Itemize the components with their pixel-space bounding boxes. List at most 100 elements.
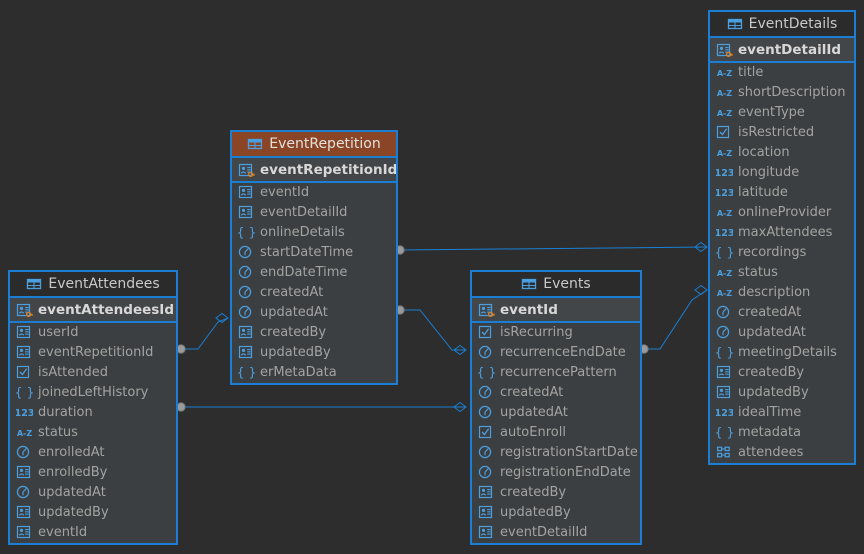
clock-icon xyxy=(238,305,255,319)
table-header-events[interactable]: Events xyxy=(472,272,640,298)
table-node-eventattendees[interactable]: EventAttendees eventAttendeesId userId even… xyxy=(8,270,178,545)
column-row[interactable]: A-Z onlineProvider xyxy=(710,203,854,223)
text-az-icon: A-Z xyxy=(716,205,733,219)
column-label: enrolledBy xyxy=(38,465,108,480)
id-card-icon xyxy=(16,325,33,339)
column-row[interactable]: updatedAt xyxy=(10,483,176,503)
column-label: attendees xyxy=(738,445,804,460)
column-row[interactable]: A-Z title xyxy=(710,63,854,83)
id-card-icon xyxy=(478,525,495,539)
column-row[interactable]: enrolledBy xyxy=(10,463,176,483)
column-label: recordings xyxy=(738,245,807,260)
column-row[interactable]: eventId xyxy=(232,183,396,203)
column-row[interactable]: registrationEndDate xyxy=(472,463,640,483)
text-az-icon: A-Z xyxy=(716,65,733,79)
column-row[interactable]: { } onlineDetails xyxy=(232,223,396,243)
column-label: updatedAt xyxy=(738,325,806,340)
column-row[interactable]: registrationStartDate xyxy=(472,443,640,463)
column-row[interactable]: attendees xyxy=(710,443,854,463)
column-row[interactable]: updatedAt xyxy=(472,403,640,423)
primary-key-row[interactable]: eventAttendeesId xyxy=(10,298,176,323)
column-row[interactable]: A-Z status xyxy=(710,263,854,283)
primary-key-row[interactable]: eventRepetitionId xyxy=(232,158,396,183)
er-diagram-canvas[interactable]: EventAttendees eventAttendeesId userId even… xyxy=(0,0,864,554)
column-label: updatedBy xyxy=(38,505,109,520)
column-row[interactable]: eventRepetitionId xyxy=(10,343,176,363)
column-row[interactable]: createdAt xyxy=(710,303,854,323)
json-braces-icon: { } xyxy=(716,425,733,439)
table-header-eventattendees[interactable]: EventAttendees xyxy=(10,272,176,298)
table-header-eventrepetition[interactable]: EventRepetition xyxy=(232,132,396,158)
column-row[interactable]: { } recordings xyxy=(710,243,854,263)
column-row[interactable]: endDateTime xyxy=(232,263,396,283)
column-row[interactable]: createdBy xyxy=(232,323,396,343)
svg-text:A-Z: A-Z xyxy=(717,69,733,78)
number-123-icon: 123 xyxy=(716,185,733,199)
table-node-eventdetails[interactable]: EventDetails eventDetailId A-Z title A-Z shor… xyxy=(708,10,856,465)
column-row[interactable]: createdBy xyxy=(710,363,854,383)
column-row[interactable]: updatedBy xyxy=(472,503,640,523)
clock-icon xyxy=(478,385,495,399)
relationship-eventattendees-to-eventrepetition xyxy=(176,312,229,354)
clock-icon xyxy=(716,325,733,339)
column-row[interactable]: 123 idealTime xyxy=(710,403,854,423)
column-label: recurrencePattern xyxy=(500,365,617,380)
column-label: recurrenceEndDate xyxy=(500,345,626,360)
table-node-events[interactable]: Events eventId isRecurring recurrenceEndDat… xyxy=(470,270,642,545)
pk-id-key-icon xyxy=(478,303,495,317)
column-row[interactable]: A-Z eventType xyxy=(710,103,854,123)
column-row[interactable]: { } joinedLeftHistory xyxy=(10,383,176,403)
primary-key-row[interactable]: eventDetailId xyxy=(710,38,854,63)
column-row[interactable]: A-Z shortDescription xyxy=(710,83,854,103)
column-row[interactable]: createdAt xyxy=(472,383,640,403)
column-row[interactable]: userId xyxy=(10,323,176,343)
text-az-icon: A-Z xyxy=(716,85,733,99)
column-row[interactable]: recurrenceEndDate xyxy=(472,343,640,363)
column-row[interactable]: createdBy xyxy=(472,483,640,503)
svg-text:A-Z: A-Z xyxy=(717,109,733,118)
column-row[interactable]: updatedAt xyxy=(232,303,396,323)
column-label: duration xyxy=(38,405,93,420)
column-row[interactable]: 123 maxAttendees xyxy=(710,223,854,243)
number-123-icon: 123 xyxy=(716,165,733,179)
svg-text:A-Z: A-Z xyxy=(717,269,733,278)
column-row[interactable]: enrolledAt xyxy=(10,443,176,463)
checkbox-icon xyxy=(716,125,733,139)
column-row[interactable]: startDateTime xyxy=(232,243,396,263)
table-node-eventrepetition[interactable]: EventRepetition eventRepetitionId eventId e… xyxy=(230,130,398,385)
column-row[interactable]: { } recurrencePattern xyxy=(472,363,640,383)
id-card-icon xyxy=(16,505,33,519)
column-label: status xyxy=(738,265,778,280)
column-row[interactable]: { } metadata xyxy=(710,423,854,443)
primary-key-row[interactable]: eventId xyxy=(472,298,640,323)
column-row[interactable]: A-Z description xyxy=(710,283,854,303)
column-row[interactable]: eventDetailId xyxy=(232,203,396,223)
table-name: EventAttendees xyxy=(48,276,160,292)
column-label: eventId xyxy=(38,525,88,540)
column-row[interactable]: updatedBy xyxy=(710,383,854,403)
column-label: createdBy xyxy=(738,365,805,380)
column-row[interactable]: isRestricted xyxy=(710,123,854,143)
column-row[interactable]: { } erMetaData xyxy=(232,363,396,383)
column-row[interactable]: 123 latitude xyxy=(710,183,854,203)
table-name: EventRepetition xyxy=(269,136,381,152)
column-row[interactable]: updatedBy xyxy=(232,343,396,363)
column-row[interactable]: 123 longitude xyxy=(710,163,854,183)
column-row[interactable]: createdAt xyxy=(232,283,396,303)
column-row[interactable]: autoEnroll xyxy=(472,423,640,443)
svg-text:{ }: { } xyxy=(238,365,255,379)
column-row[interactable]: eventId xyxy=(10,523,176,543)
column-row[interactable]: 123 duration xyxy=(10,403,176,423)
column-row[interactable]: A-Z status xyxy=(10,423,176,443)
pk-id-key-icon xyxy=(238,163,255,177)
column-row[interactable]: isAttended xyxy=(10,363,176,383)
relationship-events-to-eventdetails xyxy=(639,284,708,354)
column-row[interactable]: A-Z location xyxy=(710,143,854,163)
table-header-eventdetails[interactable]: EventDetails xyxy=(710,12,854,38)
column-row[interactable]: eventDetailId xyxy=(472,523,640,543)
column-row[interactable]: { } meetingDetails xyxy=(710,343,854,363)
column-row[interactable]: updatedAt xyxy=(710,323,854,343)
column-row[interactable]: isRecurring xyxy=(472,323,640,343)
column-row[interactable]: updatedBy xyxy=(10,503,176,523)
json-braces-icon: { } xyxy=(716,345,733,359)
